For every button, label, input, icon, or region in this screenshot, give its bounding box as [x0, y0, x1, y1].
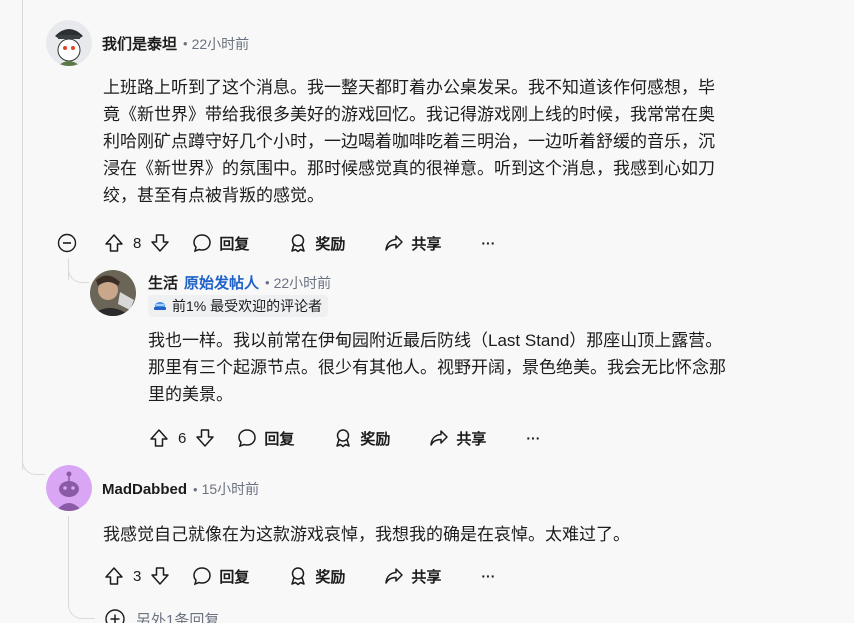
reply-button[interactable]: 回复	[191, 232, 249, 254]
award-icon	[336, 429, 351, 448]
op-label: 原始发帖人	[184, 275, 260, 292]
reply-label: 回复	[219, 568, 250, 586]
comment-line: 那里有三个起源节点。很少有其他人。视野开阔，景色绝美。我会无比怀念那	[148, 358, 726, 377]
separator-dot: •	[265, 275, 270, 290]
share-button[interactable]: 共享	[428, 427, 486, 449]
award-button[interactable]: 奖励	[287, 232, 345, 254]
avatar[interactable]	[90, 270, 136, 316]
collapse-button[interactable]	[57, 233, 77, 253]
upvote-button[interactable]	[103, 565, 125, 587]
upvote-arrow-icon	[105, 234, 123, 252]
top-commenter-icon	[154, 302, 166, 310]
comment-line: 绞，甚至有点被背叛的感觉。	[103, 186, 324, 205]
timestamp[interactable]: 15小时前	[202, 479, 260, 499]
award-button[interactable]: 奖励	[332, 427, 390, 449]
comment-line: 我也一样。我以前常在伊甸园附近最后防线（Last Stand）那座山顶上露营。	[148, 331, 723, 350]
downvote-button[interactable]	[149, 565, 171, 587]
thread-branch-madd	[22, 452, 45, 475]
share-button[interactable]: 共享	[383, 232, 441, 254]
username[interactable]: MadDabbed	[102, 481, 187, 498]
comment-line: 利哈刚矿点蹲守好几个小时，一边喝着咖啡吃着三明治，一边听着舒缓的音乐，沉	[103, 132, 715, 151]
share-label: 共享	[411, 235, 442, 253]
comment-thread: 回复 奖励 我们是泰坦 • 22小时前 上班路上听到了这个消息。我一整天都盯着办…	[0, 0, 854, 623]
minus-circle-icon	[57, 233, 77, 253]
thread-line-main[interactable]	[22, 0, 23, 470]
downvote-arrow-icon	[196, 429, 215, 447]
separator-dot: •	[183, 36, 188, 51]
comment-line: 我感觉自己就像在为这款游戏哀悼，我想我的确是在哀悼。太难过了。	[103, 525, 630, 544]
award-icon	[291, 234, 306, 253]
vote-count: 8	[133, 234, 142, 252]
award-label: 奖励	[315, 235, 346, 253]
downvote-arrow-icon	[151, 234, 170, 252]
award-label: 奖励	[360, 430, 391, 448]
separator-dot: •	[193, 481, 198, 497]
comment-body: 我感觉自己就像在为这款游戏哀悼，我想我的确是在哀悼。太难过了。	[103, 521, 833, 548]
comment-actions: 6 回复 奖励 共享 ···	[148, 424, 540, 452]
thread-line-madd[interactable]	[68, 516, 69, 606]
reply-button[interactable]: 回复	[191, 565, 249, 587]
share-label: 共享	[411, 568, 442, 586]
comment-meta: MadDabbed • 15小时前	[102, 479, 259, 499]
more-replies-button[interactable]: 另外1条回复	[104, 608, 219, 623]
username[interactable]: 我们是泰坦	[102, 33, 177, 54]
upvote-arrow-icon	[150, 429, 168, 447]
reply-label: 回复	[219, 235, 250, 253]
top-reply-button[interactable]: 回复	[285, 0, 315, 6]
comment-line: 浸在《新世界》的氛围中。那时候感觉真的很禅意。听到这个消息，我感到心如刀	[103, 159, 715, 178]
award-button[interactable]: 奖励	[287, 565, 345, 587]
plus-circle-icon	[105, 609, 125, 623]
comment-line: 上班路上听到了这个消息。我一整天都盯着办公桌发呆。我不知道该作何感想，毕	[103, 78, 715, 97]
profile-photo-icon	[90, 270, 136, 316]
reply-label: 回复	[264, 430, 295, 448]
share-icon	[385, 235, 404, 251]
comment-body: 上班路上听到了这个消息。我一整天都盯着办公桌发呆。我不知道该作何感想，毕 竟《新…	[103, 74, 833, 209]
timestamp[interactable]: 22小时前	[192, 34, 250, 54]
timestamp[interactable]: 22小时前	[274, 273, 332, 293]
comment-meta: 我们是泰坦 • 22小时前	[102, 33, 249, 54]
reply-button[interactable]: 回复	[236, 427, 294, 449]
downvote-button[interactable]	[194, 427, 216, 449]
share-button[interactable]: 共享	[383, 565, 441, 587]
thread-branch-more	[68, 596, 95, 619]
comment-line: 竟《新世界》带给我很多美好的游戏回忆。我记得游戏刚上线的时候，我常常在奥	[103, 105, 715, 124]
comment-actions: 8 回复 奖励 共享 ···	[103, 229, 495, 257]
more-options-button[interactable]: ···	[481, 568, 495, 584]
default-snoo-avatar-icon	[46, 465, 92, 511]
downvote-arrow-icon	[151, 567, 170, 585]
top-partial-actions: 回复 奖励	[250, 0, 435, 6]
more-options-button[interactable]: ···	[526, 430, 540, 446]
more-options-button[interactable]: ···	[481, 235, 495, 251]
top-award-button[interactable]: 奖励	[405, 0, 435, 6]
vote-count: 6	[178, 429, 187, 447]
comment-bubble-icon	[238, 429, 257, 448]
upvote-arrow-icon	[105, 567, 123, 585]
top-commenter-badge[interactable]: 前1% 最受欢迎的评论者	[148, 295, 329, 317]
comment-line: 里的美景。	[148, 385, 233, 404]
more-options-icon: ···	[481, 568, 496, 584]
more-options-icon: ···	[481, 235, 496, 251]
award-icon	[291, 567, 306, 586]
comment-body: 我也一样。我以前常在伊甸园附近最后防线（Last Stand）那座山顶上露营。 …	[148, 327, 838, 408]
badge-label: 前1% 最受欢迎的评论者	[172, 298, 323, 314]
snoo-avatar-icon	[46, 20, 92, 66]
more-options-icon: ···	[526, 430, 541, 446]
comment-bubble-icon	[193, 234, 212, 253]
thread-branch-reply	[68, 262, 89, 283]
upvote-button[interactable]	[103, 232, 125, 254]
share-icon	[430, 430, 449, 446]
user-flair[interactable]: 生活	[148, 272, 178, 293]
more-replies-label: 另外1条回复	[136, 611, 220, 623]
vote-count: 3	[133, 567, 142, 585]
share-label: 共享	[456, 430, 487, 448]
comment-meta: 生活 原始发帖人 • 22小时前	[148, 272, 331, 293]
avatar[interactable]	[46, 20, 92, 66]
avatar[interactable]	[46, 465, 92, 511]
downvote-button[interactable]	[149, 232, 171, 254]
comment-actions: 3 回复 奖励 共享 ···	[103, 562, 495, 590]
share-icon	[385, 568, 404, 584]
upvote-button[interactable]	[148, 427, 170, 449]
award-label: 奖励	[315, 568, 346, 586]
comment-bubble-icon	[193, 567, 212, 586]
